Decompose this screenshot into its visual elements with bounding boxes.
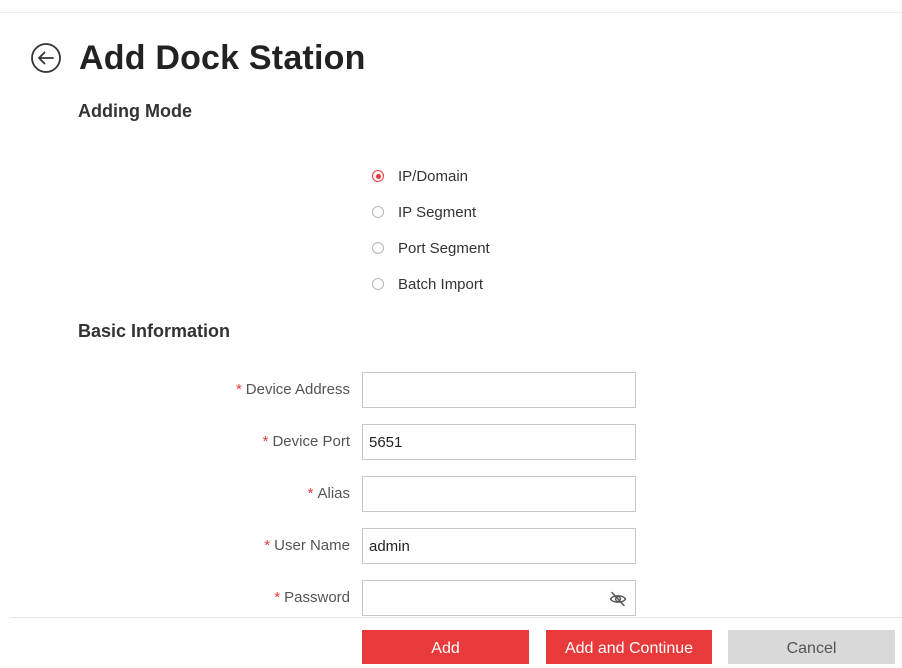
- password-field: [362, 580, 636, 616]
- footer-divider: [10, 617, 902, 618]
- alias-label: * Alias: [307, 485, 350, 502]
- radio-label: Batch Import: [398, 275, 484, 293]
- footer-bar: Add Add and Continue Cancel: [0, 616, 902, 664]
- device-port-field: [362, 424, 636, 460]
- password-row: * Password: [0, 580, 902, 616]
- radio-unchecked-icon[interactable]: [372, 206, 384, 218]
- radio-ip-domain[interactable]: IP/Domain: [372, 158, 490, 194]
- alias-row: * Alias: [0, 476, 902, 512]
- radio-label: IP/Domain: [398, 167, 469, 185]
- radio-ip-segment[interactable]: IP Segment: [372, 194, 490, 230]
- device-address-row: * Device Address: [0, 372, 902, 408]
- eye-hidden-icon[interactable]: [609, 590, 627, 608]
- cancel-button[interactable]: Cancel: [728, 630, 895, 664]
- required-mark: *: [264, 537, 271, 554]
- device-address-input[interactable]: [363, 373, 635, 407]
- adding-mode-radio-group: IP/Domain IP Segment Port Segment Batch …: [372, 158, 490, 302]
- radio-checked-icon[interactable]: [372, 170, 384, 182]
- required-mark: *: [307, 485, 314, 502]
- page-header: Add Dock Station: [30, 38, 366, 78]
- device-address-field: [362, 372, 636, 408]
- radio-label: IP Segment: [398, 203, 477, 221]
- radio-label: Port Segment: [398, 239, 490, 257]
- basic-information-form: *Device Address *Device Port *Alias *Use…: [0, 372, 902, 632]
- user-name-row: * User Name: [0, 528, 902, 564]
- user-name-field: [362, 528, 636, 564]
- radio-unchecked-icon[interactable]: [372, 242, 384, 254]
- device-port-row: * Device Port: [0, 424, 902, 460]
- add-and-continue-button[interactable]: Add and Continue: [546, 630, 712, 664]
- back-arrow-icon[interactable]: [30, 42, 62, 74]
- user-name-label: * User Name: [264, 537, 350, 554]
- required-mark: *: [235, 381, 242, 398]
- adding-mode-title: Adding Mode: [78, 101, 192, 121]
- add-button[interactable]: Add: [362, 630, 529, 664]
- alias-field: [362, 476, 636, 512]
- radio-batch-import[interactable]: Batch Import: [372, 266, 490, 302]
- required-mark: *: [274, 589, 281, 606]
- radio-port-segment[interactable]: Port Segment: [372, 230, 490, 266]
- user-name-input[interactable]: [363, 529, 635, 563]
- required-mark: *: [262, 433, 269, 450]
- top-divider: [0, 12, 902, 13]
- basic-information-title: Basic Information: [78, 321, 231, 341]
- password-input[interactable]: [363, 581, 635, 615]
- alias-input[interactable]: [363, 477, 635, 511]
- page-title: Add Dock Station: [79, 38, 366, 77]
- device-address-label: * Device Address: [235, 381, 350, 398]
- device-port-label: * Device Port: [262, 433, 350, 450]
- device-port-input[interactable]: [363, 425, 635, 459]
- password-label: * Password: [274, 589, 350, 606]
- radio-unchecked-icon[interactable]: [372, 278, 384, 290]
